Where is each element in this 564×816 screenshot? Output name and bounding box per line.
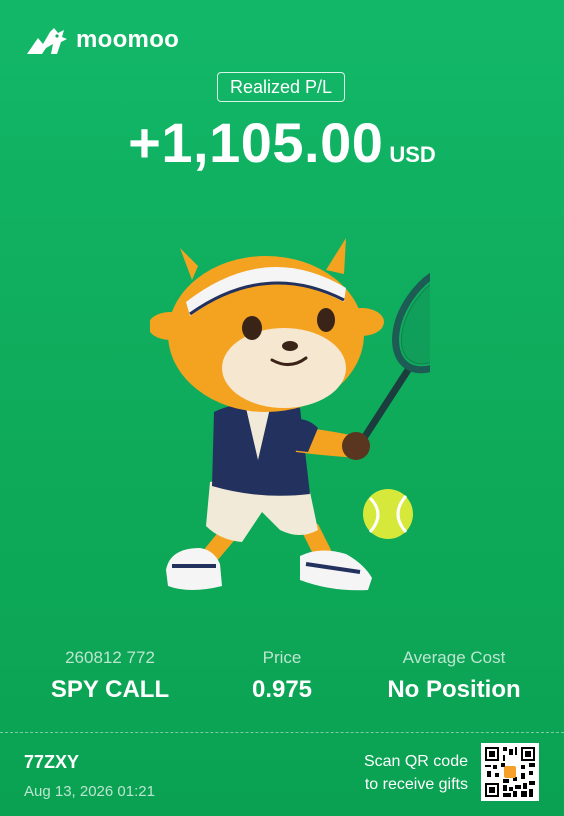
stat-contract-label: 260812 772 — [65, 648, 155, 667]
bull-tennis-player-illustration — [148, 230, 488, 610]
stat-price-value: 0.975 — [251, 676, 313, 703]
realized-pl-value: +1,105.00 USD — [0, 110, 564, 175]
brand-logo: moomoo — [24, 24, 179, 56]
qr-prompt-line1: Scan QR code — [363, 753, 468, 770]
bull-logo-icon — [24, 24, 70, 56]
stat-price-label: Price — [262, 648, 302, 667]
stat-average-cost-label: Average Cost — [402, 648, 506, 667]
pl-amount: +1,105.00 — [128, 111, 384, 174]
pl-share-card: moomoo Realized P/L +1,105.00 USD 260812… — [0, 0, 564, 816]
stat-price: Price 0.975 — [200, 648, 364, 704]
qr-prompt: Scan QR code to receive gifts — [364, 750, 468, 796]
stat-contract: 260812 772 SPY CALL — [20, 648, 200, 704]
brand-name: moomoo — [76, 26, 180, 53]
footer-user-info: 77ZXY Aug 13, 2026 01:21 — [24, 752, 155, 800]
stat-contract-value: SPY CALL — [50, 676, 170, 703]
dashed-divider — [0, 732, 564, 733]
timestamp: Aug 13, 2026 01:21 — [24, 783, 155, 800]
tennis-racket-icon — [360, 262, 488, 442]
qr-code-icon[interactable] — [481, 743, 539, 801]
stat-average-cost: Average Cost No Position — [364, 648, 544, 704]
tennis-ball-icon — [362, 488, 414, 540]
realized-pl-label: Realized P/L — [217, 72, 345, 102]
pl-currency: USD — [389, 142, 436, 167]
qr-prompt-line2: to receive gifts — [364, 776, 468, 793]
stat-average-cost-value: No Position — [387, 676, 521, 703]
user-id: 77ZXY — [24, 752, 80, 772]
